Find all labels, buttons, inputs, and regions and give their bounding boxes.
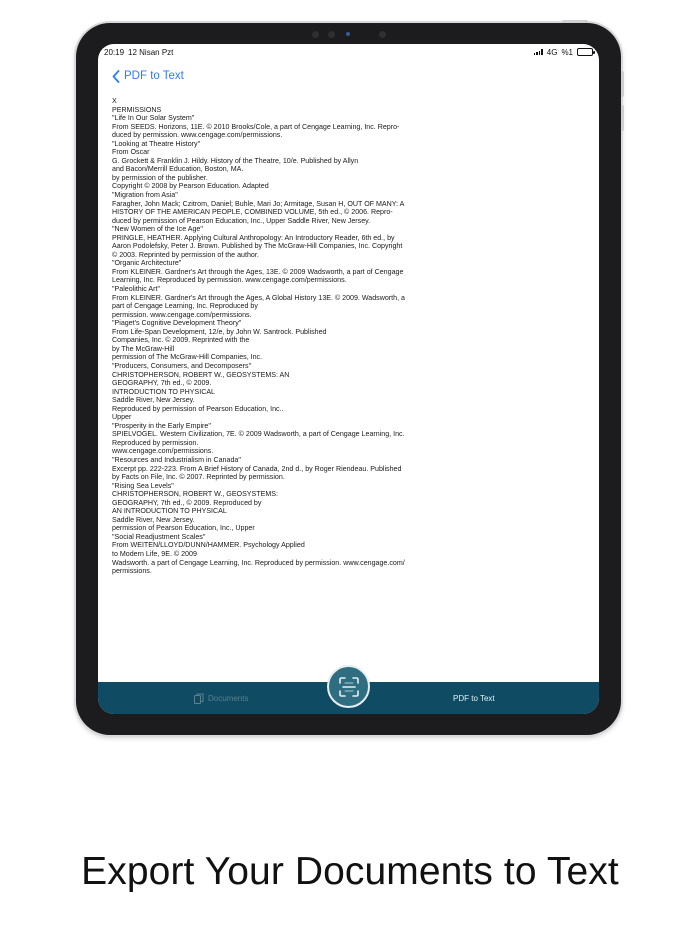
app-screen: 20:19 12 Nisan Pzt 4G %1 PDF to Text X PE…	[98, 44, 599, 714]
text-line: "Migration from Asia"	[112, 191, 178, 200]
text-line: Excerpt pp. 222-223. From A Brief Histor…	[112, 464, 402, 473]
text-line: From SEEDS. Horizons, 11E. © 2010 Brooks…	[112, 122, 400, 131]
text-line: GEOGRAPHY, 7th ed., © 2009.	[112, 379, 212, 388]
text-line: www.cengage.com/permissions.	[112, 447, 214, 456]
text-line: and Bacon/Merrill Education, Boston, MA.	[112, 165, 244, 174]
text-line: "Social Readjustment Scales"	[112, 532, 206, 541]
text-line: Reproduced by permission.	[112, 438, 199, 447]
tablet-frame: 20:19 12 Nisan Pzt 4G %1 PDF to Text X PE…	[76, 20, 624, 735]
text-line: permissions.	[112, 567, 152, 576]
chevron-left-icon	[112, 69, 120, 83]
status-bar: 20:19 12 Nisan Pzt 4G %1	[98, 44, 599, 60]
text-line: From Life-Span Development, 12/e, by Joh…	[112, 327, 327, 336]
text-line: Learning, Inc. Reproduced by permission.…	[112, 276, 347, 285]
text-line: PRINGLE, HEATHER. Applying Cultural Anth…	[112, 233, 395, 242]
text-line: part of Cengage Learning, Inc. Reproduce…	[112, 302, 258, 311]
text-line: X	[112, 97, 117, 105]
text-line: by permission of the publisher.	[112, 173, 208, 182]
text-line: Copyright © 2008 by Pearson Education. A…	[112, 182, 269, 191]
volume-button	[621, 105, 624, 131]
text-line: CHRISTOPHERSON, ROBERT W., GEOSYSTEMS:	[112, 490, 278, 499]
text-line: From KLEINER. Gardner's Art through the …	[112, 267, 404, 276]
scan-icon	[338, 676, 359, 697]
signal-icon	[533, 49, 543, 55]
text-line: "Paleolithic Art"	[112, 285, 161, 294]
text-line: Wadsworth. a part of Cengage Learning, I…	[112, 558, 405, 567]
volume-button	[621, 71, 624, 97]
text-line: "Organic Architecture"	[112, 259, 182, 268]
documents-icon	[194, 693, 204, 704]
text-line: PERMISSIONS	[112, 105, 162, 114]
text-line: AN INTRODUCTION TO PHYSICAL	[112, 507, 227, 516]
back-button-label: PDF to Text	[124, 70, 184, 82]
scan-button[interactable]	[327, 665, 370, 708]
camera-dot	[328, 31, 335, 38]
text-line: Saddle River, New Jersey.	[112, 515, 195, 524]
text-line: "Producers, Consumers, and Decomposers"	[112, 361, 252, 370]
text-line: duced by permission of Pearson Education…	[112, 216, 371, 225]
extracted-text: X PERMISSIONS "Life In Our Solar System" Fr…	[112, 97, 442, 576]
text-line: "New Women of the Ice Age"	[112, 225, 203, 234]
text-line: "Prosperity in the Early Empire"	[112, 421, 211, 430]
tab-pdf-to-text[interactable]: PDF to Text	[453, 682, 495, 714]
text-line: Aaron Podolefsky, Peter J. Brown. Publis…	[112, 242, 403, 251]
text-line: CHRISTOPHERSON, ROBERT W., GEOSYSTEMS: A…	[112, 370, 290, 379]
network-label: 4G	[546, 47, 558, 57]
battery-icon	[577, 48, 595, 56]
tab-documents-label: Documents	[208, 693, 249, 703]
text-line: From WEITEN/LLOYD/DUNN/HAMMER. Psycholog…	[112, 541, 305, 550]
text-line: Upper	[112, 413, 132, 422]
tab-pdf-to-text-label: PDF to Text	[453, 693, 495, 703]
camera-dot	[312, 31, 319, 38]
top-button	[562, 20, 588, 23]
text-line: Reproduced by permission of Pearson Educ…	[112, 404, 284, 413]
text-line: "Life In Our Solar System"	[112, 114, 195, 123]
text-line: Faragher, John Mack; Czitrom, Daniel; Bu…	[112, 199, 405, 208]
text-line: by Facts on File, Inc. © 2007. Reprinted…	[112, 473, 285, 482]
text-line: by The McGraw-Hill	[112, 344, 175, 353]
text-line: GEOGRAPHY, 7th ed., © 2009. Reproduced b…	[112, 498, 262, 507]
text-line: From Oscar	[112, 148, 150, 157]
text-line: permission of Pearson Education, Inc., U…	[112, 524, 255, 533]
text-line: "Rising Sea Levels"	[112, 481, 174, 490]
back-button[interactable]: PDF to Text	[112, 67, 184, 85]
text-line: "Looking at Theatre History"	[112, 139, 201, 148]
text-line: G. Grockett & Franklin J. Hildy. History…	[112, 156, 359, 165]
status-time: 20:19	[104, 47, 125, 57]
text-line: Companies, Inc. © 2009. Reprinted with t…	[112, 336, 250, 345]
camera-dot	[379, 31, 386, 38]
text-line: From KLEINER. Gardner's Art through the …	[112, 293, 405, 302]
text-line: INTRODUCTION TO PHYSICAL	[112, 387, 216, 396]
text-line: permission of The McGraw-Hill Companies,…	[112, 353, 263, 362]
camera-lens	[346, 32, 350, 36]
text-line: "Piaget's Cognitive Development Theory"	[112, 319, 242, 328]
text-line: permission. www.cengage.com/permissions.	[112, 310, 252, 319]
text-line: duced by permission. www.cengage.com/per…	[112, 131, 283, 140]
marketing-caption: Export Your Documents to Text	[81, 850, 619, 893]
tab-documents[interactable]: Documents	[194, 682, 248, 714]
battery-label: %1	[561, 47, 573, 57]
text-line: "Resources and Industrialism in Canada"	[112, 455, 241, 464]
text-line: to Modern Life, 9E. © 2009	[112, 549, 197, 558]
text-line: © 2003. Reprinted by permission of the a…	[112, 250, 259, 259]
text-line: Saddle River, New Jersey.	[112, 396, 195, 405]
status-date: 12 Nisan Pzt	[128, 47, 174, 57]
text-line: HISTORY OF THE AMERICAN PEOPLE, COMBINED…	[112, 208, 393, 217]
text-line: SPIELVOGEL. Western Civilization, 7E. © …	[112, 430, 405, 439]
